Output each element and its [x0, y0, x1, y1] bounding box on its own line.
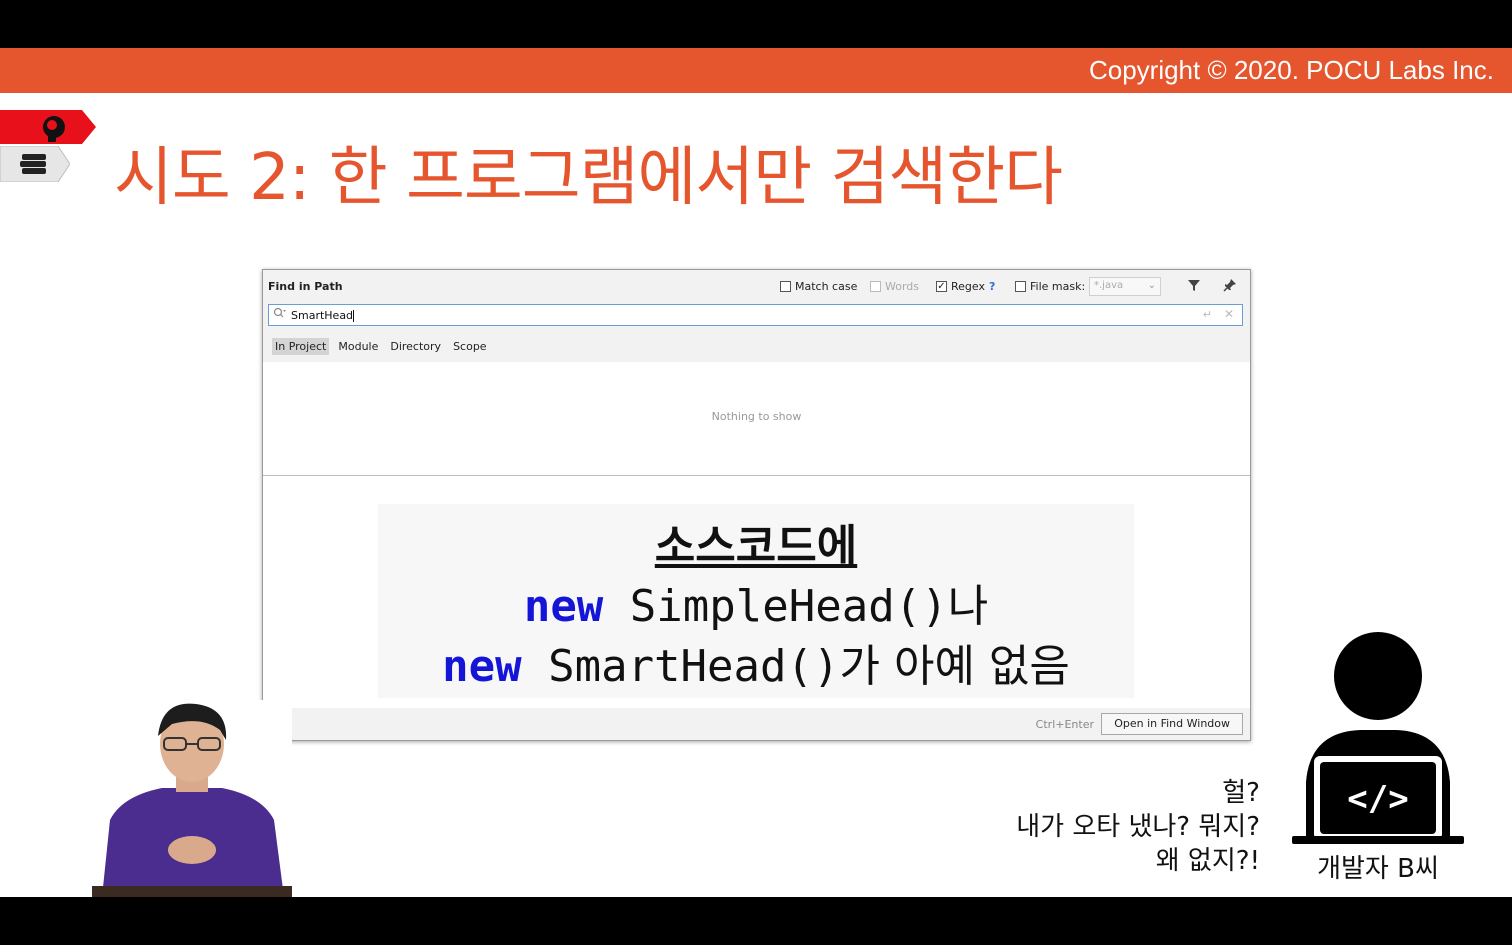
match-case-label: Match case: [795, 280, 858, 293]
overlay-line-3-suffix: 가 아예 없음: [839, 641, 1070, 692]
pin-icon[interactable]: [1221, 278, 1239, 296]
newline-icon[interactable]: ↵: [1203, 308, 1212, 321]
dialog-title: Find in Path: [268, 280, 343, 293]
search-input[interactable]: SmartHead ↵ ✕: [268, 304, 1243, 326]
search-field-value: SmartHead: [291, 309, 355, 322]
search-icon: [273, 307, 287, 322]
overlay-line-3: new SmartHead()가 아예 없음: [378, 630, 1134, 694]
speech-line: 왜 없지?!: [1155, 846, 1260, 876]
code-symbol: </>: [1347, 779, 1408, 819]
file-mask-value: *.java: [1094, 280, 1124, 291]
scope-tabs: In Project Module Directory Scope: [272, 338, 490, 355]
regex-option[interactable]: ✓ Regex ?: [936, 280, 995, 293]
file-mask-option[interactable]: File mask:: [1015, 280, 1085, 293]
match-case-option[interactable]: Match case: [780, 280, 857, 293]
words-checkbox: [870, 281, 881, 292]
overlay-line-2: new SimpleHead()나: [378, 570, 1134, 634]
speech-line: 헐?: [1222, 778, 1260, 808]
file-mask-checkbox[interactable]: [1015, 281, 1026, 292]
words-label: Words: [885, 280, 920, 293]
words-option: Words: [870, 280, 919, 293]
brain-tag-icon: [0, 110, 96, 144]
filter-icon[interactable]: [1185, 278, 1203, 296]
empty-results-text: Nothing to show: [711, 410, 802, 423]
books-tag-icon: [0, 146, 70, 182]
shortcut-hint: Ctrl+Enter: [1035, 718, 1094, 731]
search-text: SmartHead: [291, 309, 354, 322]
keyword-new: new: [442, 641, 522, 692]
regex-label: Regex: [951, 280, 985, 293]
presenter-video: [92, 700, 292, 897]
text-caret: [353, 310, 355, 322]
file-mask-select[interactable]: *.java ⌄: [1089, 277, 1161, 296]
file-mask-label: File mask:: [1030, 280, 1086, 293]
speech-line: 내가 오타 냈나? 뭐지?: [1016, 812, 1260, 842]
developer-speech: 헐? 내가 오타 냈나? 뭐지? 왜 없지?!: [1016, 776, 1260, 878]
dialog-footer: ⚙ Ctrl+Enter Open in Find Window: [263, 708, 1250, 740]
chevron-down-icon: ⌄: [1147, 280, 1156, 291]
copyright-text: Copyright © 2020. POCU Labs Inc.: [1088, 55, 1494, 85]
code-overlay: 소스코드에 new SimpleHead()나 new SmartHead()가…: [378, 504, 1134, 698]
tab-directory[interactable]: Directory: [387, 338, 444, 355]
clear-icon[interactable]: ✕: [1224, 307, 1234, 321]
slide-title: 시도 2: 한 프로그램에서만 검색한다: [114, 141, 1063, 215]
class-name-smarthead: SmartHead(): [521, 641, 840, 692]
overlay-line-1: 소스코드에: [654, 521, 858, 572]
tab-scope[interactable]: Scope: [450, 338, 490, 355]
open-in-find-window-button[interactable]: Open in Find Window: [1101, 713, 1243, 735]
results-list: Nothing to show: [263, 362, 1250, 476]
dialog-header: Find in Path Match case Words ✓ Regex ? …: [263, 270, 1250, 302]
regex-help-icon[interactable]: ?: [989, 280, 995, 293]
keyword-new: new: [523, 581, 604, 632]
developer-caption: 개발자 B씨: [1317, 854, 1439, 884]
tab-module[interactable]: Module: [335, 338, 381, 355]
regex-checkbox[interactable]: ✓: [936, 281, 947, 292]
developer-icon: </>: [1292, 632, 1464, 844]
overlay-line-2-suffix: 나: [947, 581, 989, 632]
match-case-checkbox[interactable]: [780, 281, 791, 292]
slide: Copyright © 2020. POCU Labs Inc. 시도 2: 한…: [0, 48, 1512, 897]
copyright-bar: Copyright © 2020. POCU Labs Inc.: [0, 48, 1512, 93]
tab-in-project[interactable]: In Project: [272, 338, 330, 355]
class-name-simplehead: SimpleHead(): [603, 581, 948, 632]
